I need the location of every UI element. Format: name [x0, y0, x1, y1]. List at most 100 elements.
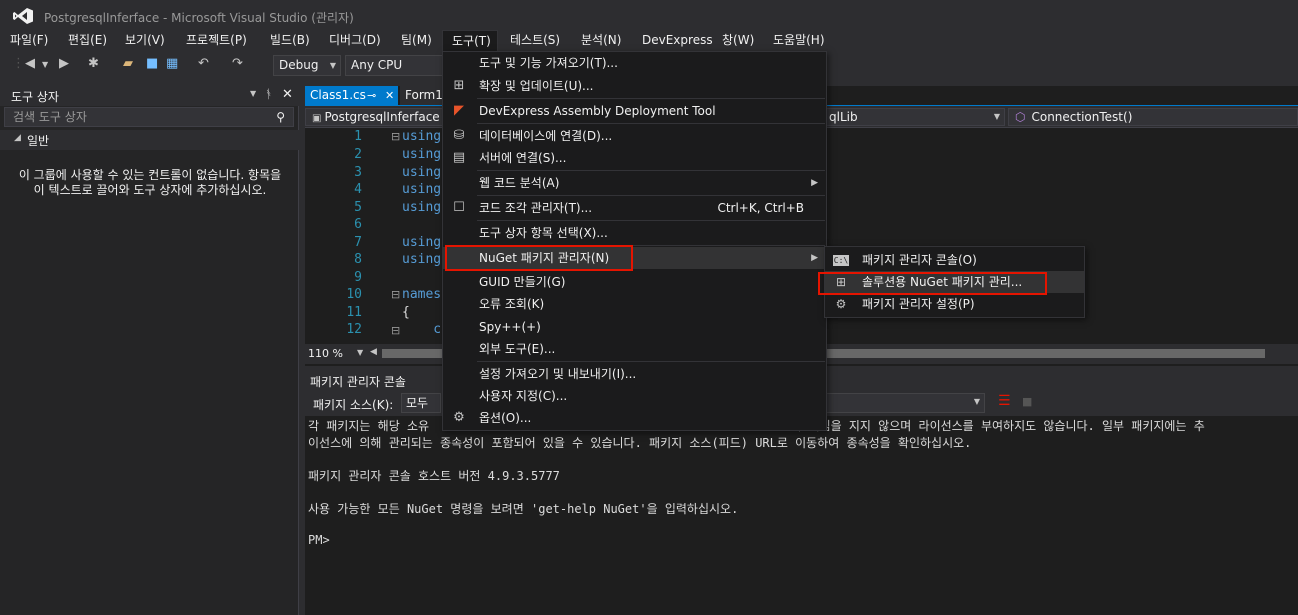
menu-item-customize[interactable]: 사용자 지정(C)...: [443, 385, 826, 407]
menu-item-label: 웹 코드 분석(A): [479, 176, 560, 190]
solution-config-value: Debug: [279, 58, 319, 72]
menu-window[interactable]: 창(W): [722, 30, 754, 52]
solution-platform-select[interactable]: Any CPU: [345, 55, 445, 76]
menu-item-label: 패키지 관리자 콘솔(O): [862, 253, 977, 267]
collapse-triangle-icon[interactable]: ◢: [14, 133, 21, 143]
menu-devexpress[interactable]: DevExpress: [642, 30, 713, 52]
nav-class-dropdown[interactable]: qlLib ▼: [823, 108, 1005, 126]
menu-separator: [477, 123, 825, 124]
menu-file[interactable]: 파일(F): [10, 30, 48, 52]
server-connect-icon: ▤: [452, 150, 466, 165]
tab-close-icon[interactable]: ✕: [385, 86, 394, 105]
menu-item-create-guid[interactable]: GUID 만들기(G): [443, 271, 826, 293]
menu-item-spy-plus-plus[interactable]: Spy++(+): [443, 316, 826, 338]
line-number: 5: [354, 200, 362, 215]
menu-item-external-tools[interactable]: 외부 도구(E)...: [443, 338, 826, 360]
search-icon[interactable]: ⚲: [276, 108, 285, 126]
nav-member-dropdown[interactable]: ⬡ ConnectionTest(): [1008, 108, 1298, 126]
menu-item-label: Spy++(+): [479, 320, 541, 334]
undo-icon[interactable]: ↶: [198, 56, 209, 71]
menu-help[interactable]: 도움말(H): [773, 30, 825, 52]
menu-item-label: 옵션(O)...: [479, 411, 532, 425]
database-connect-icon: ⛁: [453, 128, 465, 143]
code-line[interactable]: c: [402, 322, 441, 337]
menu-item-options[interactable]: ⚙ 옵션(O)...: [443, 407, 826, 429]
tab-class1-label: Class1.cs: [310, 88, 366, 102]
zoom-level[interactable]: 110 %: [308, 347, 343, 360]
menu-item-get-tools[interactable]: 도구 및 기능 가져오기(T)...: [443, 52, 826, 74]
code-line[interactable]: using: [402, 129, 441, 144]
open-file-icon[interactable]: ▰: [123, 56, 133, 71]
solution-platform-value: Any CPU: [351, 58, 403, 72]
toolbox-search-input[interactable]: 검색 도구 상자 ⚲: [4, 107, 294, 127]
menu-item-choose-toolbox-items[interactable]: 도구 상자 항목 선택(X)...: [443, 222, 826, 244]
chevron-down-icon: ▼: [973, 397, 980, 406]
save-icon[interactable]: ■: [146, 56, 158, 71]
solution-config-select[interactable]: Debug ▼: [273, 55, 341, 76]
menu-item-label: 도구 및 기능 가져오기(T)...: [479, 56, 618, 70]
code-line[interactable]: using: [402, 252, 441, 267]
collapse-region-icon[interactable]: ⊟: [391, 130, 400, 143]
menu-edit[interactable]: 편집(E): [68, 30, 107, 52]
code-line[interactable]: using: [402, 235, 441, 250]
menu-item-web-code-analysis[interactable]: 웹 코드 분석(A) ▶: [443, 172, 826, 194]
menu-item-error-lookup[interactable]: 오류 조회(K): [443, 293, 826, 315]
stop-icon[interactable]: ■: [1022, 395, 1032, 408]
menu-tools[interactable]: 도구(T): [442, 30, 498, 52]
line-number: 12: [346, 322, 362, 337]
code-line[interactable]: using: [402, 200, 441, 215]
line-number: 10: [346, 287, 362, 302]
pm-prompt[interactable]: PM>: [308, 533, 330, 547]
menu-project[interactable]: 프로젝트(P): [186, 30, 247, 52]
extensions-icon: ⊞: [453, 78, 465, 93]
forward-icon[interactable]: ▶: [59, 56, 69, 71]
pm-project-select[interactable]: ▼: [825, 393, 985, 413]
tab-class1[interactable]: Class1.cs ⊸ ✕: [305, 86, 398, 106]
menu-analyze[interactable]: 분석(N): [581, 30, 621, 52]
zoom-dropdown-icon[interactable]: ▼: [357, 348, 363, 357]
chevron-down-icon: ▼: [329, 61, 336, 70]
menu-view[interactable]: 보기(V): [125, 30, 165, 52]
code-line[interactable]: using: [402, 147, 441, 162]
menu-item-label: 패키지 관리자 설정(P): [862, 297, 975, 311]
back-dropdown-icon[interactable]: ▼: [42, 60, 48, 69]
menu-build[interactable]: 빌드(B): [270, 30, 310, 52]
collapse-region-icon[interactable]: ⊟: [391, 324, 400, 337]
visual-studio-logo-icon: [13, 8, 33, 24]
menu-test[interactable]: 테스트(S): [510, 30, 560, 52]
menu-item-package-manager-console[interactable]: C:\ 패키지 관리자 콘솔(O): [825, 249, 1084, 271]
code-line[interactable]: using: [402, 182, 441, 197]
submenu-arrow-icon: ▶: [811, 253, 818, 263]
new-project-icon[interactable]: ✱: [88, 56, 99, 71]
code-line[interactable]: {: [402, 305, 410, 320]
panel-options-icon[interactable]: ▼: [250, 89, 256, 98]
back-icon[interactable]: ◀: [25, 56, 35, 71]
pin-icon[interactable]: ᚬ: [265, 87, 272, 101]
menu-item-label: 확장 및 업데이트(U)...: [479, 79, 594, 93]
redo-icon[interactable]: ↷: [232, 56, 243, 71]
menu-item-extensions[interactable]: ⊞ 확장 및 업데이트(U)...: [443, 75, 826, 97]
pm-output-line: 이선스에 의해 관리되는 종속성이 포함되어 있을 수 있습니다. 패키지 소스…: [308, 436, 972, 450]
code-line[interactable]: using: [402, 165, 441, 180]
close-icon[interactable]: ✕: [282, 87, 293, 102]
tab-pin-icon[interactable]: ⊸: [367, 86, 376, 105]
menu-team[interactable]: 팀(M): [401, 30, 432, 52]
menu-debug[interactable]: 디버그(D): [329, 30, 381, 52]
menu-item-devexpress-deploy[interactable]: ◤ DevExpress Assembly Deployment Tool: [443, 100, 826, 122]
menu-item-import-export-settings[interactable]: 설정 가져오기 및 내보내기(I)...: [443, 363, 826, 385]
pm-source-select[interactable]: 모두: [401, 393, 441, 413]
menu-item-connect-database[interactable]: ⛁ 데이터베이스에 연결(D)...: [443, 125, 826, 147]
tools-menu-dropdown: 도구 및 기능 가져오기(T)... ⊞ 확장 및 업데이트(U)... ◤ D…: [442, 51, 827, 431]
clear-console-icon[interactable]: ☰: [998, 393, 1011, 409]
toolbox-group-general[interactable]: ◢ 일반: [0, 130, 299, 150]
menu-item-snippets-manager[interactable]: ☐ 코드 조각 관리자(T)... Ctrl+K, Ctrl+B: [443, 197, 826, 219]
menu-item-connect-server[interactable]: ▤ 서버에 연결(S)...: [443, 147, 826, 169]
menu-item-label: 설정 가져오기 및 내보내기(I)...: [479, 367, 637, 381]
menu-item-label: 외부 도구(E)...: [479, 342, 556, 356]
pm-output-line: 사용 가능한 모든 NuGet 명령을 보려면 'get-help NuGet'…: [308, 502, 739, 516]
menu-item-package-manager-settings[interactable]: ⚙ 패키지 관리자 설정(P): [825, 293, 1084, 315]
collapse-region-icon[interactable]: ⊟: [391, 288, 400, 301]
save-all-icon[interactable]: ▦: [166, 56, 178, 71]
scroll-left-icon[interactable]: ◀: [370, 347, 377, 357]
nav-project-dropdown[interactable]: ▣ PostgresqlInferface: [305, 108, 445, 126]
